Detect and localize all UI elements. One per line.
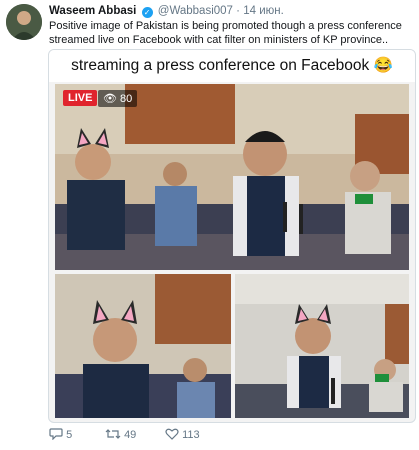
media-photo-main[interactable]: LIVE 👁 80 — [55, 84, 409, 270]
cat-filter-closeup-photo — [55, 274, 231, 418]
like-count: 113 — [182, 429, 200, 441]
viewer-count: 👁 80 — [98, 90, 138, 107]
reply-icon — [49, 428, 63, 441]
media-photo-bottom-left[interactable] — [55, 274, 231, 418]
verified-badge-icon: ✓ — [141, 7, 153, 18]
separator-dot: · — [236, 5, 240, 17]
retweet-button[interactable]: 49 — [105, 428, 136, 441]
tweet-date[interactable]: 14 июн. — [243, 5, 284, 17]
tweet-header: Waseem Abbasi ✓ @Wabbasi007 · 14 июн. — [49, 4, 411, 18]
speaker-cat-filter-photo — [235, 274, 409, 418]
tweet-text: Positive image of Pakistan is being prom… — [49, 20, 402, 46]
author-name[interactable]: Waseem Abbasi — [49, 5, 136, 17]
retweet-icon — [105, 429, 121, 439]
media-photo-bottom-right[interactable] — [235, 274, 409, 418]
reply-button[interactable]: 5 — [49, 428, 72, 441]
tweet-media[interactable]: streaming a press conference on Facebook… — [48, 49, 416, 423]
live-badge: LIVE — [63, 90, 98, 106]
reply-count: 5 — [66, 429, 73, 441]
media-caption: streaming a press conference on Facebook… — [49, 50, 415, 82]
author-avatar[interactable] — [6, 4, 42, 40]
viewer-count-value: 80 — [120, 93, 133, 105]
heart-icon — [165, 428, 179, 440]
eye-icon: 👁 — [103, 93, 117, 105]
retweet-count: 49 — [124, 429, 137, 441]
author-handle[interactable]: @Wabbasi007 — [158, 5, 233, 17]
press-conference-photo — [55, 84, 409, 270]
like-button[interactable]: 113 — [165, 428, 200, 441]
